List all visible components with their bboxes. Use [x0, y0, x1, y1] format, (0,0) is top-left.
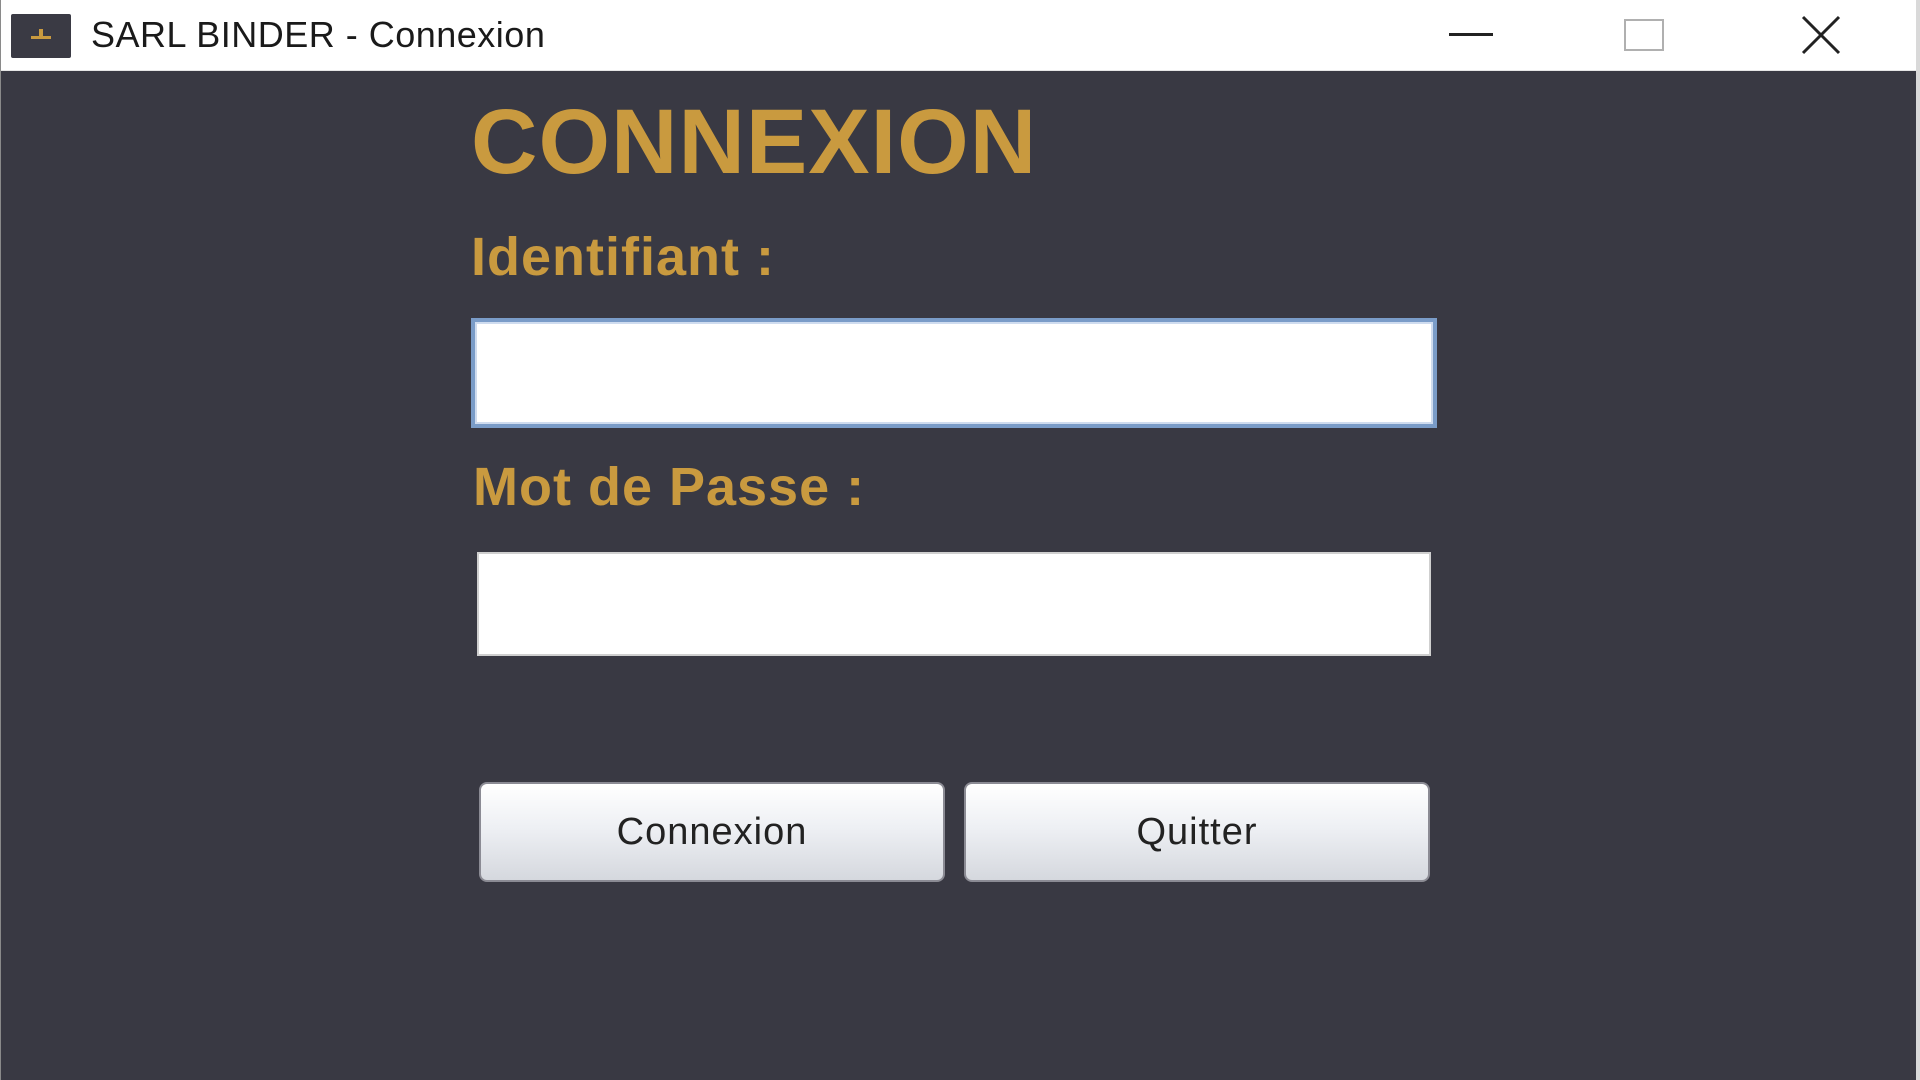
minimize-button[interactable] — [1386, 0, 1556, 70]
title-bar[interactable]: SARL BINDER - Connexion — [1, 0, 1916, 71]
maximize-icon — [1624, 19, 1664, 51]
password-label: Mot de Passe : — [473, 457, 866, 517]
password-input[interactable] — [477, 552, 1431, 656]
app-icon — [11, 14, 71, 58]
maximize-button[interactable] — [1559, 0, 1729, 70]
quitter-button[interactable]: Quitter — [964, 782, 1430, 882]
window-title: SARL BINDER - Connexion — [91, 14, 546, 55]
close-button[interactable] — [1736, 0, 1906, 70]
identifiant-label: Identifiant : — [471, 227, 775, 287]
identifiant-input[interactable] — [471, 318, 1437, 428]
login-window: SARL BINDER - Connexion CONNEXION Identi… — [0, 0, 1920, 1080]
connexion-button[interactable]: Connexion — [479, 782, 945, 882]
form-title: CONNEXION — [471, 91, 1038, 193]
minimize-icon — [1449, 33, 1493, 36]
close-icon — [1801, 15, 1841, 55]
